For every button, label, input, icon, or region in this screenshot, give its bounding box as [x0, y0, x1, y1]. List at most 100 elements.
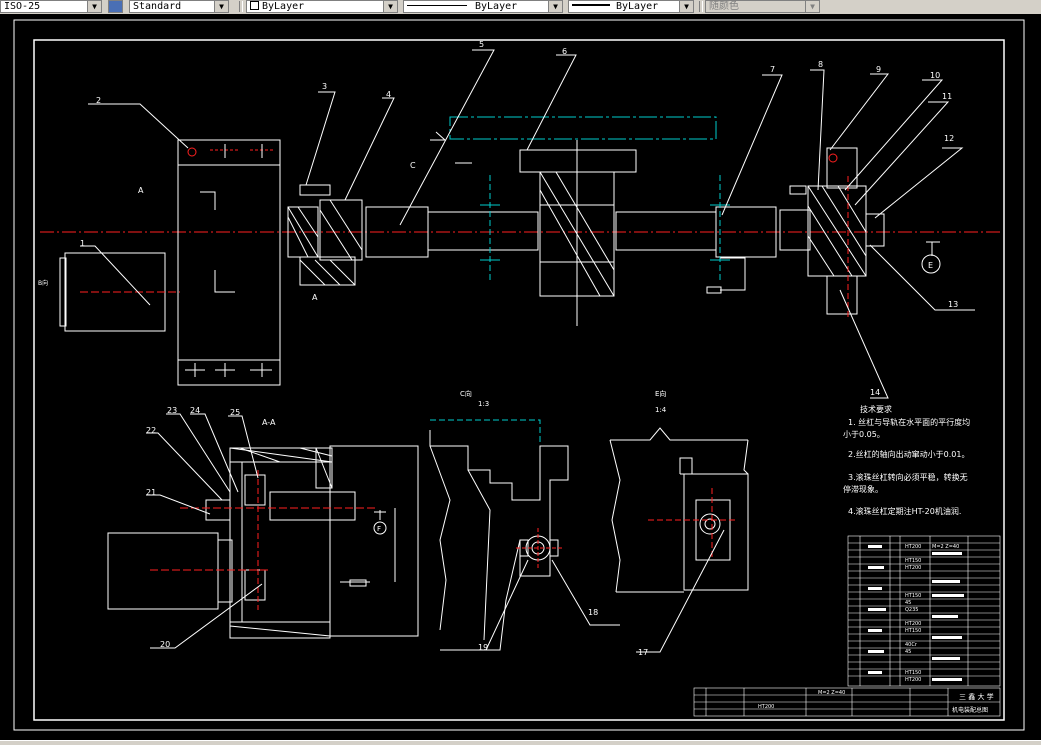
requirement-line: 小于0.05。 [843, 430, 885, 439]
bom-code: Q235 [905, 607, 918, 613]
requirement-line: 4.滚珠丝杠定期注HT-20机油润. [848, 506, 961, 516]
title-block-spec: M=2 Z=40 [818, 690, 845, 696]
layer-color-dropdown[interactable]: ByLayer ▼ [246, 0, 398, 13]
toolbar-separator [239, 1, 243, 12]
view-label-c: C [410, 161, 416, 170]
balloon-23: 23 [167, 406, 177, 415]
chevron-down-icon: ▼ [87, 1, 101, 12]
cad-drawing: E 技术要求 1. 丝杠与导轨在水平面的平行度均 小于0.05。 2.丝杠的轴向… [13, 19, 1025, 731]
view-label-a-bottom: A [312, 293, 318, 302]
bom-code: HT200 [905, 544, 921, 550]
balloon-24: 24 [190, 406, 200, 415]
bom-code: HT150 [905, 670, 921, 676]
c-view [429, 419, 569, 651]
title-block-material: HT200 [758, 704, 774, 710]
sheet-inner-border [33, 39, 1005, 721]
bom-code: HT200 [905, 677, 921, 683]
ball-screw [365, 140, 777, 326]
bearing-support [706, 147, 885, 320]
linetype-dropdown[interactable]: ByLayer ▼ [403, 0, 563, 13]
color-swatch-icon [250, 1, 259, 10]
lineweight-value: ByLayer [616, 1, 659, 12]
textstyle-dropdown[interactable]: Standard ▼ [129, 0, 229, 13]
leader-lines-c-view [466, 559, 620, 651]
balloon-10: 10 [930, 71, 940, 80]
drawing-canvas[interactable]: E 技术要求 1. 丝杠与导轨在水平面的平行度均 小于0.05。 2.丝杠的轴向… [0, 14, 1041, 740]
coupling [287, 184, 363, 286]
plotstyle-value: 随颜色 [709, 1, 739, 12]
linetype-value: ByLayer [475, 1, 518, 12]
lineweight-dropdown[interactable]: ByLayer ▼ [568, 0, 694, 13]
lineweight-preview-icon [572, 4, 610, 6]
dimstyle-dropdown[interactable]: ISO-25 ▼ [0, 0, 102, 13]
view-label-c-scale: 1:3 [478, 400, 489, 408]
balloon-labels: 1 2 3 4 5 6 7 8 9 10 11 12 13 14 17 18 1… [80, 40, 958, 657]
e-view [609, 427, 749, 653]
balloon-19: 19 [478, 643, 488, 652]
requirements-title: 技术要求 [860, 404, 892, 414]
leader-lines-upper [80, 49, 975, 399]
bom-code: HT150 [905, 558, 921, 564]
textstyle-value: Standard [133, 1, 182, 12]
chevron-down-icon: ▼ [214, 1, 228, 12]
bom-code: 45 [905, 649, 911, 655]
requirement-line: 3.滚珠丝杠转向必须平稳，转换无 [848, 472, 968, 482]
bom-code: 40Cr [905, 642, 918, 648]
balloon-11: 11 [942, 92, 952, 101]
balloon-18: 18 [588, 608, 598, 617]
view-label-e-view: E向 [655, 389, 666, 398]
e-marker-label: E [928, 261, 933, 270]
balloon-1: 1 [80, 239, 85, 248]
sheet-outer-border [13, 19, 1025, 731]
balloon-7: 7 [770, 65, 775, 74]
chevron-down-icon: ▼ [679, 1, 693, 12]
bom-code: HT200 [905, 565, 921, 571]
dimstyle-value: ISO-25 [4, 1, 41, 12]
balloon-6: 6 [562, 47, 567, 56]
requirement-line: 1. 丝杠与导轨在水平面的平行度均 [848, 417, 970, 427]
bom-code: 45 [905, 600, 911, 606]
chevron-down-icon: ▼ [548, 1, 562, 12]
balloon-12: 12 [944, 134, 954, 143]
layer-color-value: ByLayer [262, 1, 305, 12]
balloon-17: 17 [638, 648, 648, 657]
section-aa [107, 445, 419, 639]
title-block-school: 三 鑫 大 学 [959, 692, 994, 701]
chevron-down-icon: ▼ [383, 1, 397, 12]
balloon-14: 14 [870, 388, 880, 397]
bom-code: M=2 Z=40 [932, 544, 959, 550]
view-label-c-view: C向 [460, 389, 472, 398]
balloon-22: 22 [146, 426, 156, 435]
bolt-circle [187, 147, 197, 157]
properties-toolbar: ISO-25 ▼ Standard ▼ ByLayer ▼ ByLayer ▼ … [0, 0, 1041, 14]
balloon-20: 20 [160, 640, 170, 649]
bom-code: HT150 [905, 593, 921, 599]
balloon-25: 25 [230, 408, 240, 417]
motor-bracket [177, 139, 281, 386]
technical-requirements: 技术要求 1. 丝杠与导轨在水平面的平行度均 小于0.05。 2.丝杠的轴向出动… [843, 404, 970, 516]
balloon-21: 21 [146, 488, 156, 497]
status-bar [0, 740, 1041, 745]
balloon-3: 3 [322, 82, 327, 91]
balloon-13: 13 [948, 300, 958, 309]
requirement-line: 停滞现象。 [843, 484, 883, 494]
balloon-5: 5 [479, 40, 484, 49]
textstyle-manager-icon[interactable] [108, 0, 123, 13]
view-label-b: B向 [38, 279, 48, 287]
bom-code: HT200 [905, 621, 921, 627]
f-marker-label: F [377, 525, 381, 533]
balloon-2: 2 [96, 96, 101, 105]
view-labels: A A A-A B向 C C向 1:3 E向 1:4 F [38, 161, 667, 533]
balloon-4: 4 [386, 90, 391, 99]
view-label-e-scale: 1:4 [655, 406, 667, 414]
requirement-line: 2.丝杠的轴向出动窜动小于0.01。 [848, 449, 969, 459]
view-label-aa: A-A [262, 418, 276, 427]
toolbar-separator [699, 1, 703, 12]
bracket-plate [177, 139, 281, 386]
balloon-9: 9 [876, 65, 881, 74]
title-block-drawing-name: 机电装配总图 [952, 706, 988, 714]
balloon-8: 8 [818, 60, 823, 69]
motor [59, 252, 180, 332]
chevron-down-icon: ▼ [805, 1, 819, 12]
plotstyle-dropdown[interactable]: 随颜色 ▼ [705, 0, 820, 13]
